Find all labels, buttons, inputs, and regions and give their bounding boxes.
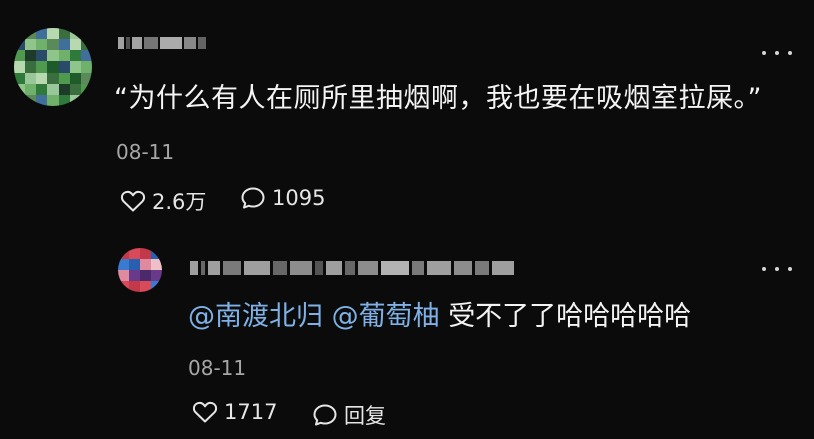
speech-bubble-icon (313, 404, 337, 426)
reply-like-count: 1717 (224, 400, 278, 424)
more-dots-icon (762, 267, 766, 271)
reply-button[interactable]: 回复 (312, 400, 386, 430)
like-button[interactable]: 2.6万 (120, 186, 206, 216)
reply-username-redacted[interactable] (190, 259, 514, 277)
reply-count: 1095 (272, 186, 326, 210)
reply-label: 回复 (344, 404, 386, 428)
reply-date: 08-11 (188, 356, 247, 380)
reply-body: 受不了了哈哈哈哈哈 (448, 301, 692, 332)
heart-outline-icon (120, 190, 146, 212)
comment-text: “为什么有人在厕所里抽烟啊，我也要在吸烟室拉屎。” (114, 83, 762, 114)
reply-avatar[interactable] (118, 248, 162, 292)
like-count: 2.6万 (152, 190, 207, 214)
heart-outline-icon (192, 401, 218, 423)
more-options-button[interactable] (762, 46, 792, 60)
mention-link[interactable]: @葡萄柚 (332, 301, 440, 332)
reply-count-button[interactable]: 1095 (240, 186, 325, 210)
comment-date: 08-11 (116, 140, 175, 164)
username-redacted[interactable] (118, 36, 206, 50)
reply-text: @南渡北归 @葡萄柚 受不了了哈哈哈哈哈 (188, 298, 691, 336)
mention-link[interactable]: @南渡北归 (188, 301, 323, 332)
reply-like-button[interactable]: 1717 (192, 400, 277, 424)
speech-bubble-icon (241, 187, 265, 209)
more-dots-icon (762, 51, 766, 55)
reply-more-options-button[interactable] (762, 262, 792, 276)
avatar[interactable] (14, 28, 92, 106)
